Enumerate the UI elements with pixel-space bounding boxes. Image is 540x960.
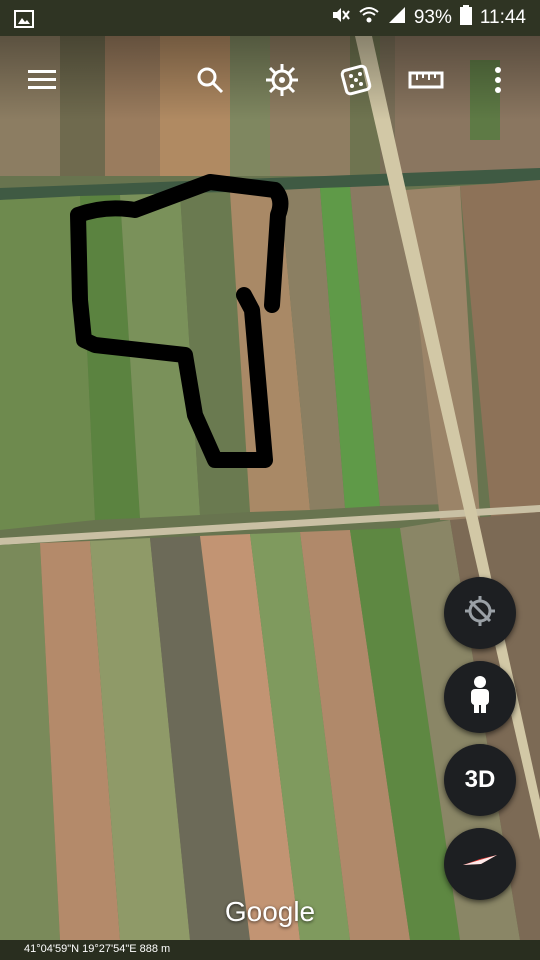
battery-icon	[459, 5, 472, 31]
satellite-map[interactable]	[0, 0, 540, 960]
mute-icon	[330, 5, 350, 31]
image-notification-icon	[14, 9, 34, 34]
compass-button[interactable]	[444, 828, 516, 900]
status-right: 93% 11:44	[330, 0, 526, 36]
battery-percent: 93%	[413, 7, 452, 28]
top-toolbar	[0, 36, 540, 120]
more-icon[interactable]	[478, 60, 518, 100]
3d-toggle[interactable]: 3D	[444, 744, 516, 816]
voyager-icon[interactable]	[262, 60, 302, 100]
street-view-button[interactable]	[444, 661, 516, 733]
3d-label: 3D	[464, 766, 496, 793]
menu-icon[interactable]	[22, 60, 62, 100]
search-icon[interactable]	[190, 60, 230, 100]
google-logo: Google	[224, 896, 316, 927]
coordinates-readout: 41°04'59"N 19°27'54"E 888 m	[24, 943, 171, 955]
reset-orientation-button[interactable]	[444, 577, 516, 649]
reset-orientation-icon	[462, 593, 498, 634]
status-bar: 93% 11:44	[0, 0, 540, 36]
dice-icon[interactable]	[336, 60, 376, 100]
coordinate-bar: 41°04'59"N 19°27'54"E 888 m	[0, 940, 540, 960]
ruler-icon[interactable]	[406, 60, 446, 100]
clock: 11:44	[479, 7, 526, 28]
signal-icon	[388, 6, 406, 30]
compass-icon	[460, 842, 500, 887]
wifi-icon	[358, 5, 380, 31]
pegman-icon	[467, 675, 493, 720]
